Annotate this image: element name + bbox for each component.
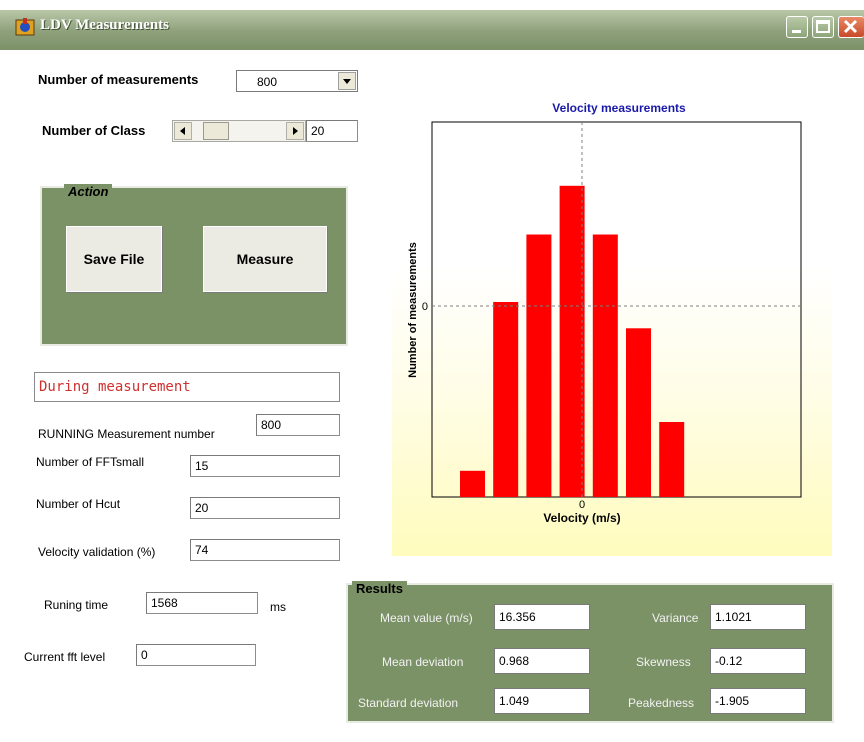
- fft-small-field[interactable]: 15: [190, 455, 340, 477]
- x-axis-label: Velocity (m/s): [543, 511, 620, 525]
- runtime-field[interactable]: 1568: [146, 592, 258, 614]
- mean-value-label: Mean value (m/s): [380, 611, 473, 625]
- title-bar[interactable]: LDV Measurements: [0, 0, 864, 50]
- mean-deviation-field[interactable]: 0.968: [494, 648, 590, 674]
- num-measurements-select[interactable]: 800: [236, 70, 358, 92]
- histogram-bar: [493, 302, 519, 497]
- histogram-bar: [659, 422, 685, 497]
- mean-value-field[interactable]: 16.356: [494, 604, 590, 630]
- variance-field[interactable]: 1.1021: [710, 604, 806, 630]
- results-legend: Results: [352, 581, 407, 596]
- hcut-field[interactable]: 20: [190, 497, 340, 519]
- fft-level-label: Current fft level: [24, 650, 106, 664]
- runtime-label: Runing time: [44, 598, 109, 612]
- running-value-field[interactable]: 800: [256, 414, 340, 436]
- validation-field[interactable]: 74: [190, 539, 340, 561]
- skewness-field[interactable]: -0.12: [710, 648, 806, 674]
- maximize-button[interactable]: [812, 16, 834, 38]
- skewness-label: Skewness: [636, 655, 691, 669]
- arrow-right-icon: [293, 127, 298, 135]
- scroll-left-button[interactable]: [174, 122, 192, 140]
- validation-label: Velocity validation (%): [38, 545, 156, 559]
- num-measurements-value: 800: [257, 75, 278, 89]
- histogram-bar: [526, 234, 552, 497]
- dropdown-button[interactable]: [338, 72, 356, 90]
- num-class-value[interactable]: 20: [306, 120, 358, 142]
- y-axis-label: Number of measurements: [407, 242, 419, 378]
- save-file-button[interactable]: Save File: [66, 226, 162, 292]
- peakedness-label: Peakedness: [628, 696, 695, 710]
- std-deviation-field[interactable]: 1.049: [494, 688, 590, 714]
- arrow-left-icon: [180, 127, 185, 135]
- peakedness-field[interactable]: -1.905: [710, 688, 806, 714]
- scroll-right-button[interactable]: [286, 122, 304, 140]
- num-class-scrollbar[interactable]: [172, 120, 306, 142]
- minimize-button[interactable]: [786, 16, 808, 38]
- x-tick-label: 0: [579, 499, 585, 511]
- app-logo-icon: [14, 16, 38, 38]
- histogram-bar: [592, 234, 618, 497]
- close-icon: [843, 19, 858, 34]
- window-title: LDV Measurements: [40, 17, 170, 33]
- mean-deviation-label: Mean deviation: [382, 655, 464, 669]
- chevron-down-icon: [343, 79, 351, 84]
- scroll-thumb[interactable]: [203, 122, 229, 140]
- fft-level-field[interactable]: 0: [136, 644, 256, 666]
- chart-svg: Velocity measurements 0 0 Velocity (m/s)…: [407, 101, 802, 525]
- y-tick-label: 0: [422, 301, 428, 313]
- histogram-bar: [460, 470, 485, 498]
- running-label: RUNNING Measurement number: [38, 427, 215, 441]
- hcut-label: Number of Hcut: [36, 497, 121, 511]
- runtime-unit: ms: [270, 600, 286, 614]
- num-class-label: Number of Class: [42, 123, 146, 138]
- minimize-icon: [792, 30, 801, 33]
- app-window: LDV Measurements Number of measurements …: [0, 0, 864, 742]
- status-box: During measurement: [34, 372, 340, 402]
- maximize-icon: [816, 20, 830, 33]
- num-measurements-label: Number of measurements: [38, 72, 199, 87]
- fft-small-label: Number of FFTsmall: [36, 455, 145, 469]
- measure-button[interactable]: Measure: [203, 226, 327, 292]
- velocity-chart: Velocity measurements 0 0 Velocity (m/s)…: [392, 72, 832, 556]
- histogram-bar: [559, 185, 585, 498]
- histogram-bar: [626, 328, 651, 498]
- action-legend: Action: [64, 184, 113, 199]
- chart-title: Velocity measurements: [552, 101, 686, 115]
- close-button[interactable]: [838, 16, 864, 38]
- std-deviation-label: Standard deviation: [358, 696, 459, 710]
- variance-label: Variance: [652, 611, 699, 625]
